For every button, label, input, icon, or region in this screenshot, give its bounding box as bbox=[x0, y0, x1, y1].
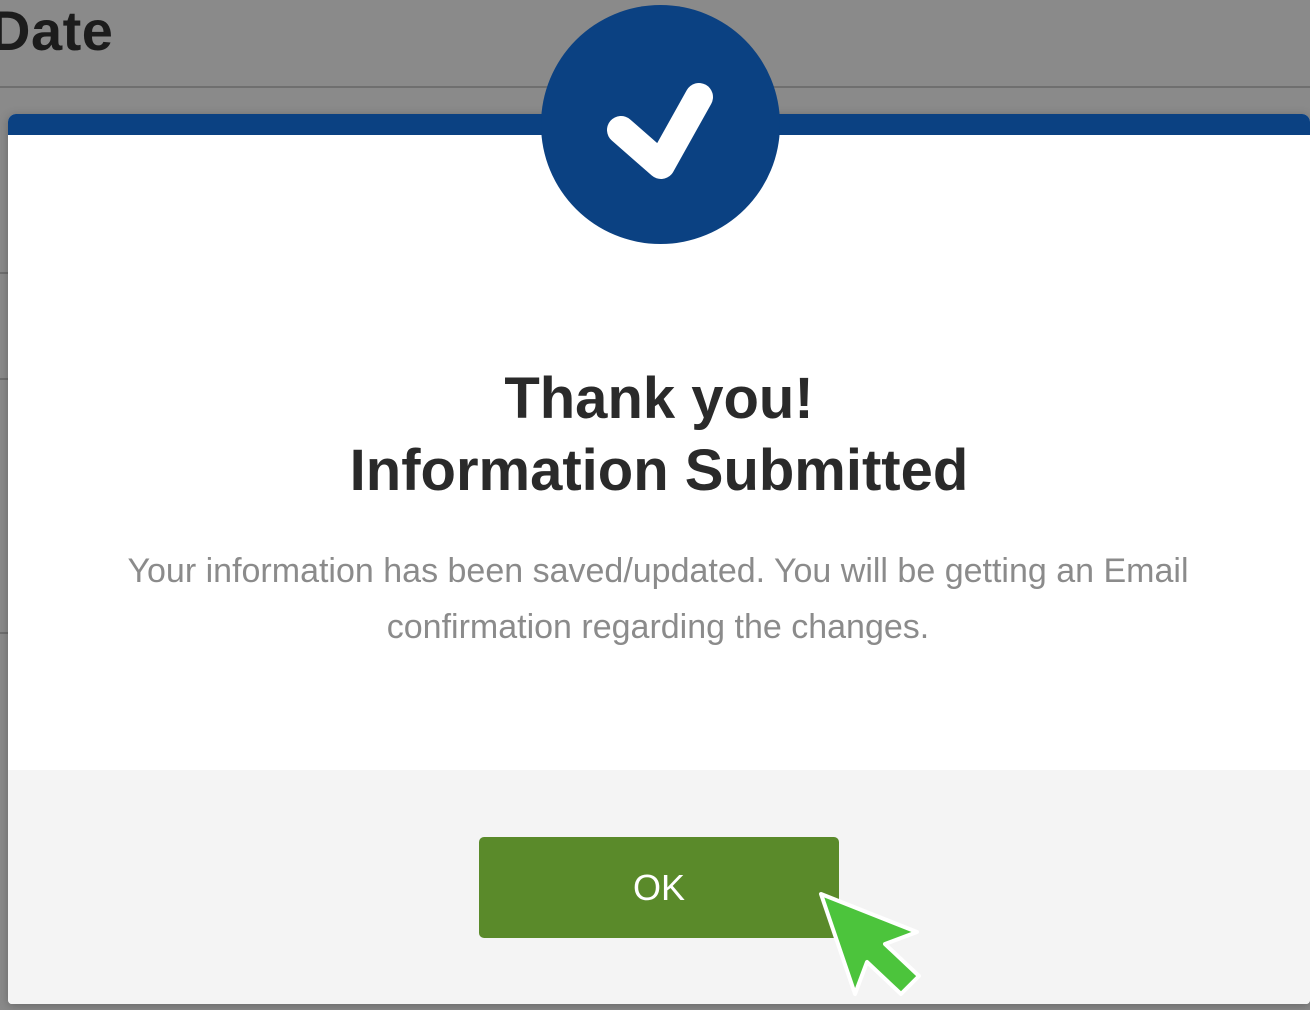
dialog-title: Thank you! Information Submitted bbox=[8, 363, 1310, 507]
dialog-title-line1: Thank you! bbox=[504, 366, 814, 431]
checkmark-icon bbox=[607, 83, 713, 179]
background-divider bbox=[0, 632, 8, 634]
background-divider bbox=[0, 378, 8, 380]
ok-button[interactable]: OK bbox=[479, 837, 839, 938]
dialog-message: Your information has been saved/updated.… bbox=[127, 552, 1189, 646]
dialog-title-line2: Information Submitted bbox=[349, 438, 969, 503]
mouse-pointer-icon bbox=[819, 892, 921, 996]
success-badge bbox=[541, 5, 780, 244]
background-divider bbox=[0, 272, 8, 274]
success-dialog: Thank you! Information Submitted Your in… bbox=[8, 114, 1310, 1004]
background-page-title: Date bbox=[0, 0, 114, 62]
dialog-footer: OK bbox=[8, 770, 1310, 1004]
